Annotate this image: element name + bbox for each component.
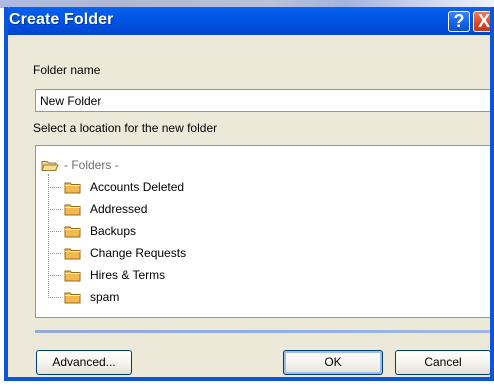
folder-location-tree[interactable]: - Folders - Accounts Deleted Addressed B… bbox=[35, 145, 490, 318]
folder-icon bbox=[64, 224, 82, 238]
folder-item-hires-and-terms[interactable]: Hires & Terms bbox=[47, 265, 166, 285]
folder-label: Hires & Terms bbox=[90, 268, 166, 282]
ok-button[interactable]: OK bbox=[283, 350, 383, 375]
folder-name-input[interactable] bbox=[35, 89, 490, 112]
folder-name-label: Folder name bbox=[33, 63, 101, 77]
folder-label: spam bbox=[90, 290, 120, 304]
create-folder-dialog: Create Folder ? X Folder name Select a l… bbox=[4, 7, 494, 381]
cancel-button[interactable]: Cancel bbox=[395, 350, 490, 375]
folder-item-accounts-deleted[interactable]: Accounts Deleted bbox=[47, 177, 185, 197]
help-button[interactable]: ? bbox=[448, 11, 470, 32]
open-folder-icon bbox=[41, 158, 59, 172]
folder-label: Addressed bbox=[90, 202, 148, 216]
folder-icon bbox=[64, 290, 82, 304]
folder-icon bbox=[64, 202, 82, 216]
tree-connector-line bbox=[48, 174, 49, 298]
folder-label: Accounts Deleted bbox=[90, 180, 185, 194]
folder-icon bbox=[64, 180, 82, 194]
folder-icon bbox=[64, 246, 82, 260]
folder-item-change-requests[interactable]: Change Requests bbox=[47, 243, 187, 263]
folder-label: Backups bbox=[90, 224, 137, 238]
dialog-title-bar[interactable]: Create Folder ? X bbox=[8, 7, 490, 35]
folder-item-addressed[interactable]: Addressed bbox=[47, 199, 148, 219]
button-separator bbox=[35, 330, 490, 333]
folders-root-item[interactable]: - Folders - bbox=[41, 156, 119, 174]
folder-item-spam[interactable]: spam bbox=[47, 287, 120, 307]
location-label: Select a location for the new folder bbox=[33, 121, 218, 135]
folder-icon bbox=[64, 268, 82, 282]
close-button[interactable]: X bbox=[473, 11, 490, 32]
screen: Create Folder ? X Folder name Select a l… bbox=[0, 0, 494, 385]
folder-label: Change Requests bbox=[90, 246, 187, 260]
dialog-title: Create Folder bbox=[9, 11, 114, 28]
advanced-button[interactable]: Advanced... bbox=[36, 350, 132, 375]
folders-root-label: - Folders - bbox=[64, 158, 119, 172]
folder-item-backups[interactable]: Backups bbox=[47, 221, 137, 241]
